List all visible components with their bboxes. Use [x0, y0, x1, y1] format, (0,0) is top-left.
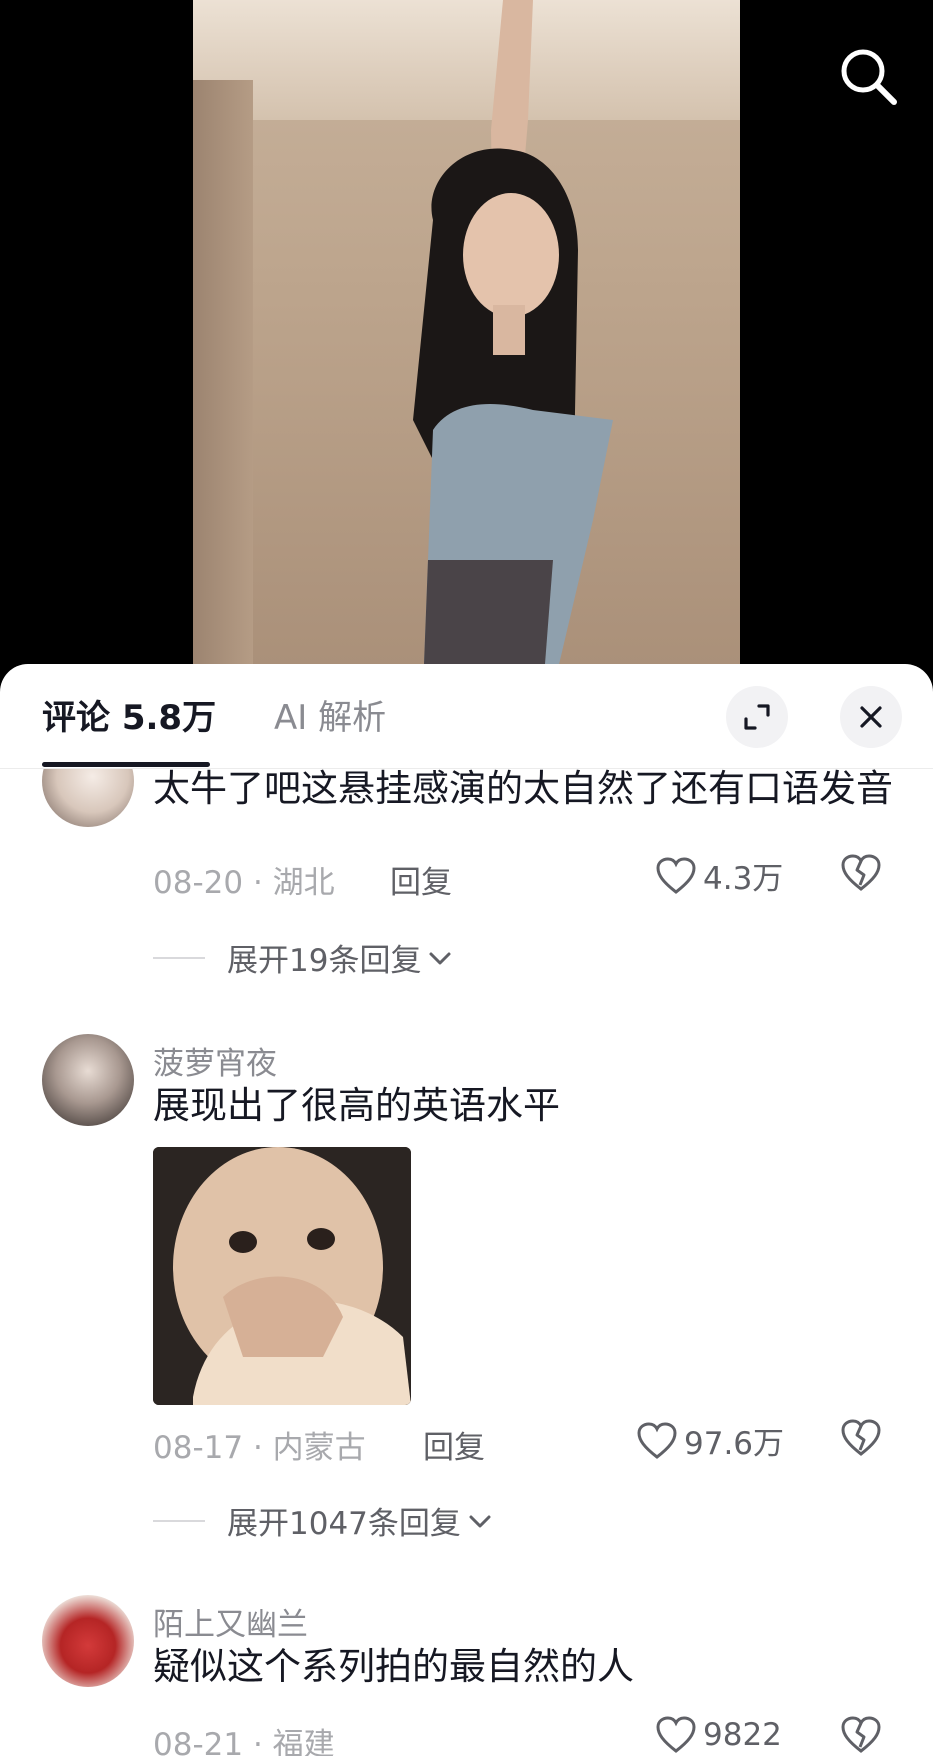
chevron-down-icon	[469, 1515, 491, 1527]
avatar[interactable]	[42, 1034, 134, 1126]
comment-location: 内蒙古	[272, 1430, 366, 1466]
comment-list[interactable]: 太牛了吧这悬挂感演的太自然了还有口语发音 08-20 · 湖北 回复 4.3万	[0, 769, 933, 1756]
comment-item: 太牛了吧这悬挂感演的太自然了还有口语发音 08-20 · 湖北 回复 4.3万	[0, 769, 933, 1035]
search-button[interactable]	[836, 44, 900, 108]
comment-item: 陌上又幽兰 疑似这个系列拍的最自然的人 08-21 · 福建 9822	[0, 1595, 933, 1756]
close-icon	[860, 706, 882, 728]
like-count: 97.6万	[684, 1426, 785, 1462]
comment-text: 太牛了吧这悬挂感演的太自然了还有口语发音	[153, 769, 893, 810]
avatar[interactable]	[42, 769, 134, 827]
comment-sheet: 评论 5.8万 AI 解析 太牛了吧这悬挂感演的太自然了还有口语发音 08-20…	[0, 664, 933, 1756]
expand-replies-button[interactable]: 展开19条回复	[153, 935, 453, 980]
avatar[interactable]	[42, 1595, 134, 1687]
like-button[interactable]: 9822	[655, 1715, 782, 1755]
comment-meta: 08-21 · 福建	[153, 1719, 335, 1756]
dislike-button[interactable]	[840, 853, 882, 897]
close-button[interactable]	[840, 686, 902, 748]
tab-comments[interactable]: 评论 5.8万	[42, 696, 216, 740]
broken-heart-icon	[841, 1716, 881, 1753]
reply-button[interactable]: 回复	[423, 1422, 485, 1467]
comment-location: 湖北	[272, 865, 335, 901]
chevron-down-icon	[429, 952, 451, 964]
like-count: 9822	[703, 1717, 782, 1753]
video-frame	[193, 0, 740, 690]
comment-image[interactable]	[153, 1147, 411, 1405]
comment-username[interactable]: 菠萝宵夜	[153, 1038, 277, 1083]
dislike-button[interactable]	[840, 1715, 882, 1756]
comment-location: 福建	[272, 1727, 335, 1756]
comment-text: 展现出了很高的英语水平	[153, 1084, 560, 1127]
broken-heart-icon	[841, 1419, 881, 1456]
expand-button[interactable]	[726, 686, 788, 748]
expand-replies-label: 展开19条回复	[227, 943, 422, 979]
expand-icon	[744, 704, 770, 730]
like-button[interactable]: 4.3万	[655, 853, 783, 898]
like-button[interactable]: 97.6万	[636, 1418, 784, 1463]
heart-icon	[656, 856, 696, 894]
comment-meta: 08-20 · 湖北	[153, 865, 335, 901]
reply-button[interactable]: 回复	[390, 857, 452, 902]
comment-date: 08-17	[153, 1430, 244, 1466]
heart-icon	[656, 1716, 696, 1753]
like-count: 4.3万	[703, 861, 784, 897]
comment-date: 08-21	[153, 1727, 244, 1756]
expand-replies-button[interactable]: 展开1047条回复	[153, 1498, 493, 1543]
video-player[interactable]	[0, 0, 933, 690]
tab-bar: 评论 5.8万 AI 解析	[0, 664, 933, 769]
comment-item: 菠萝宵夜 展现出了很高的英语水平 08-17 · 内蒙古 回复 97.6万 展开…	[0, 1034, 933, 1542]
comment-text: 疑似这个系列拍的最自然的人	[153, 1645, 634, 1688]
comment-date: 08-20	[153, 865, 244, 901]
search-icon	[841, 49, 897, 105]
tab-ai-analysis[interactable]: AI 解析	[274, 696, 386, 740]
comment-meta: 08-17 · 内蒙古	[153, 1430, 366, 1466]
expand-replies-label: 展开1047条回复	[227, 1506, 461, 1542]
dislike-button[interactable]	[840, 1418, 882, 1462]
active-tab-indicator	[42, 762, 210, 767]
heart-icon	[637, 1421, 677, 1459]
video-figure	[413, 0, 613, 690]
comment-username[interactable]: 陌上又幽兰	[153, 1599, 308, 1644]
broken-heart-icon	[841, 854, 881, 891]
